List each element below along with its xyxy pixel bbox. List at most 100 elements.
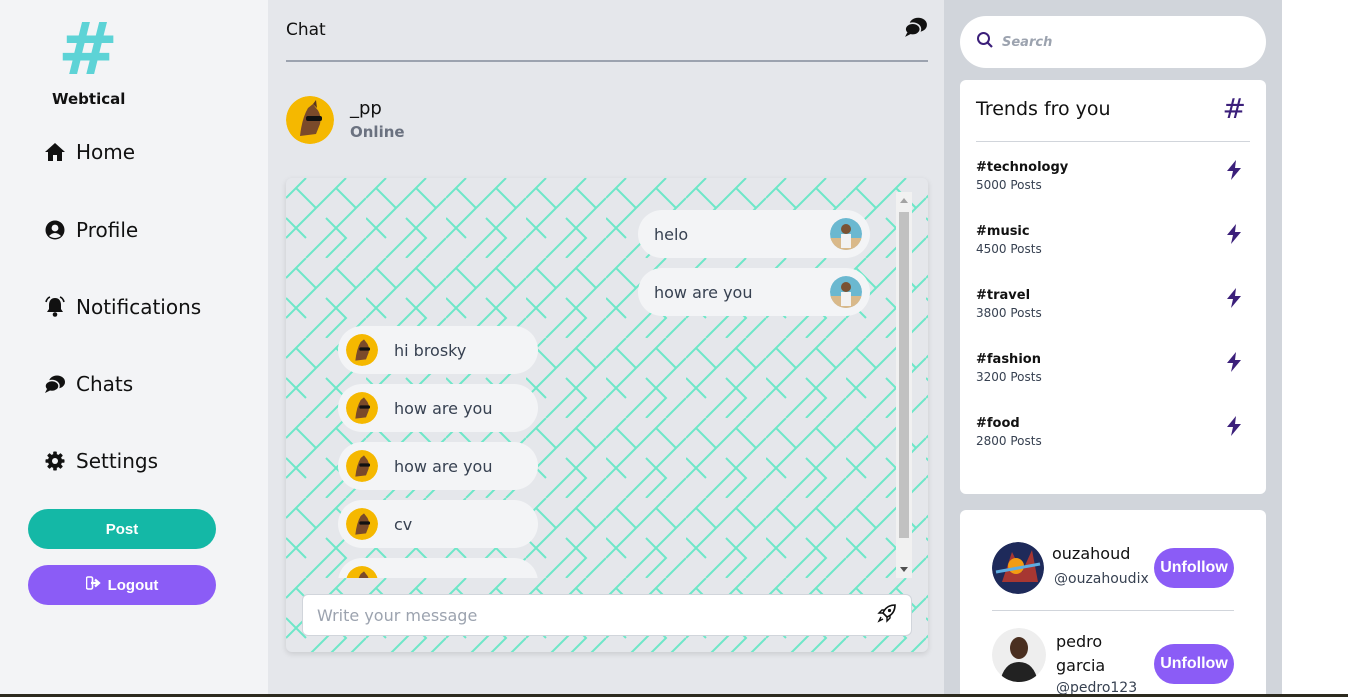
lightning-bolt-icon xyxy=(1226,416,1242,440)
trend-count: 3200 Posts xyxy=(976,370,1042,384)
message-list[interactable]: helo how are you hi brosky how are you h… xyxy=(286,178,896,578)
nav-chats-label: Chats xyxy=(76,372,134,396)
trend-tag: #music xyxy=(976,224,1030,239)
nav-notifications-label: Notifications xyxy=(76,295,202,319)
follow-user-name: ouzahoud xyxy=(1052,544,1131,563)
avatar xyxy=(346,566,378,578)
message-bubble-incoming xyxy=(338,558,538,578)
nav-profile-label: Profile xyxy=(76,218,139,242)
avatar[interactable] xyxy=(992,628,1046,682)
chat-user-name: _pp xyxy=(350,98,382,119)
follow-list-card: ouzahoud @ouzahoudix Unfollow pedro garc… xyxy=(960,510,1266,697)
home-icon xyxy=(44,141,66,163)
post-button[interactable]: Post xyxy=(28,509,216,549)
message-bubble-incoming: how are you xyxy=(338,442,538,490)
nav-home-label: Home xyxy=(76,140,136,164)
chat-bubbles-icon[interactable] xyxy=(904,16,928,42)
lightning-bolt-icon xyxy=(1226,352,1242,376)
trend-tag: #fashion xyxy=(976,352,1041,367)
logo[interactable]: # Webtical xyxy=(52,7,126,108)
nav-settings[interactable]: Settings xyxy=(44,449,158,473)
chat-header: Chat xyxy=(286,17,928,62)
scrollbar-thumb[interactable] xyxy=(899,212,909,538)
trend-count: 5000 Posts xyxy=(976,178,1042,192)
trend-count: 4500 Posts xyxy=(976,242,1042,256)
gear-icon xyxy=(44,450,66,472)
message-bubble-outgoing: helo xyxy=(638,210,870,258)
left-sidebar: # Webtical Home Profile Notifications Ch… xyxy=(0,0,268,697)
unfollow-button[interactable]: Unfollow xyxy=(1154,548,1234,588)
scroll-down-arrow-icon[interactable] xyxy=(900,567,908,572)
message-bubble-incoming: how are you xyxy=(338,384,538,432)
message-bubble-incoming: cv xyxy=(338,500,538,548)
post-button-label: Post xyxy=(105,520,139,538)
trend-item[interactable]: #travel 3800 Posts xyxy=(976,288,1250,320)
message-text: cv xyxy=(394,514,413,534)
trend-tag: #technology xyxy=(976,160,1069,175)
chat-user[interactable]: _pp Online xyxy=(286,96,405,144)
message-bubble-incoming: hi brosky xyxy=(338,326,538,374)
message-text: hi brosky xyxy=(394,340,467,360)
trend-item[interactable]: #technology 5000 Posts xyxy=(976,160,1250,192)
message-scrollbar[interactable] xyxy=(896,192,912,578)
nav-profile[interactable]: Profile xyxy=(44,218,138,242)
logout-button[interactable]: Logout xyxy=(28,565,216,605)
rocket-send-icon[interactable] xyxy=(877,603,897,627)
hash-icon: # xyxy=(1222,92,1246,125)
avatar xyxy=(830,276,862,308)
message-input[interactable] xyxy=(317,605,877,625)
logo-text: Webtical xyxy=(52,90,126,108)
chat-panel: Chat _pp Online helo how are you hi bros… xyxy=(268,0,944,697)
trends-header: Trends fro you # xyxy=(976,92,1250,142)
chat-bubbles-icon xyxy=(44,373,66,395)
logout-button-label: Logout xyxy=(107,576,159,594)
avatar xyxy=(346,508,378,540)
bell-icon xyxy=(44,296,66,318)
follow-user-name: pedro garcia xyxy=(1056,632,1106,675)
logout-icon xyxy=(85,576,102,594)
avatar xyxy=(286,96,334,144)
right-sidebar: Trends fro you # #technology 5000 Posts … xyxy=(944,0,1282,697)
avatar xyxy=(830,218,862,250)
follow-list-item: pedro garcia @pedro123 Unfollow xyxy=(992,628,1234,697)
follow-user-handle: @ouzahoudix xyxy=(1054,571,1149,587)
trends-card: Trends fro you # #technology 5000 Posts … xyxy=(960,80,1266,494)
scroll-up-arrow-icon[interactable] xyxy=(900,198,908,203)
unfollow-button[interactable]: Unfollow xyxy=(1154,644,1234,684)
trend-tag: #travel xyxy=(976,288,1031,303)
chat-user-status: Online xyxy=(350,123,405,141)
trend-count: 2800 Posts xyxy=(976,434,1042,448)
divider xyxy=(992,610,1234,611)
nav-chats[interactable]: Chats xyxy=(44,372,133,396)
follow-list-item: ouzahoud @ouzahoudix Unfollow xyxy=(992,542,1234,602)
nav-home[interactable]: Home xyxy=(44,140,135,164)
message-text: helo xyxy=(654,224,689,244)
message-input-bar xyxy=(302,594,912,636)
chat-title: Chat xyxy=(286,20,326,40)
trend-item[interactable]: #food 2800 Posts xyxy=(976,416,1250,448)
trend-item[interactable]: #fashion 3200 Posts xyxy=(976,352,1250,384)
nav-settings-label: Settings xyxy=(76,449,159,473)
message-text: how are you xyxy=(654,282,753,302)
search-box xyxy=(960,16,1266,68)
trend-item[interactable]: #music 4500 Posts xyxy=(976,224,1250,256)
lightning-bolt-icon xyxy=(1226,288,1242,312)
avatar xyxy=(346,392,378,424)
conversation-panel: helo how are you hi brosky how are you h… xyxy=(286,178,928,652)
avatar xyxy=(346,334,378,366)
nav-notifications[interactable]: Notifications xyxy=(44,295,201,319)
user-circle-icon xyxy=(44,219,66,241)
lightning-bolt-icon xyxy=(1226,224,1242,248)
trend-tag: #food xyxy=(976,416,1020,431)
message-text: how are you xyxy=(394,398,493,418)
search-icon xyxy=(976,31,994,53)
trends-title: Trends fro you xyxy=(976,98,1111,120)
avatar xyxy=(346,450,378,482)
trend-count: 3800 Posts xyxy=(976,306,1042,320)
hash-logo-icon: # xyxy=(57,7,119,91)
lightning-bolt-icon xyxy=(1226,160,1242,184)
message-text: how are you xyxy=(394,456,493,476)
search-input[interactable] xyxy=(1002,34,1222,50)
avatar[interactable] xyxy=(992,542,1044,594)
message-bubble-outgoing: how are you xyxy=(638,268,870,316)
